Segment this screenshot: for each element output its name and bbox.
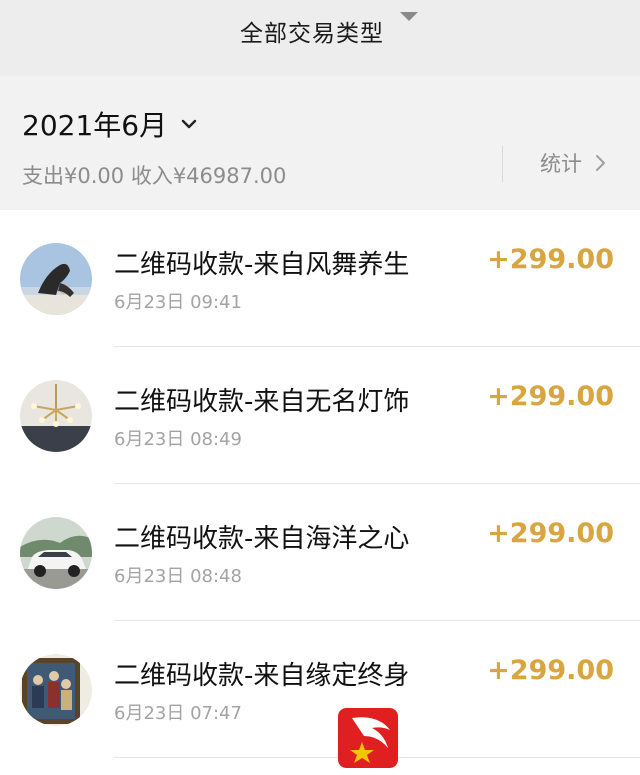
chevron-right-icon (596, 155, 605, 171)
transaction-time: 6月23日 09:41 (114, 292, 242, 313)
month-totals: 支出¥0.00 收入¥46987.00 (22, 160, 286, 190)
month-picker[interactable]: 2021年6月 (22, 104, 199, 144)
transaction-amount: +299.00 (487, 655, 614, 686)
transaction-title: 二维码收款-来自海洋之心 (114, 524, 410, 554)
divider (502, 146, 503, 182)
month-label: 2021年6月 (22, 109, 168, 142)
transaction-row[interactable]: 二维码收款-来自风舞养生 6月23日 09:41 +299.00 (0, 210, 640, 347)
transaction-row[interactable]: 二维码收款-来自缘定终身 6月23日 07:47 +299.00 (0, 621, 640, 758)
income-label: 收入 (130, 164, 173, 188)
transaction-amount: +299.00 (487, 381, 614, 412)
transaction-time: 6月23日 08:49 (114, 429, 242, 450)
transaction-title: 二维码收款-来自风舞养生 (114, 250, 410, 280)
caret-down-icon (400, 12, 418, 21)
expense-label: 支出 (22, 164, 64, 188)
stats-label: 统计 (540, 152, 582, 176)
expense-value: ¥0.00 (64, 164, 125, 188)
avatar-yoga-photo (20, 243, 92, 315)
avatar-painting-photo (20, 654, 92, 726)
transaction-time: 6月23日 08:48 (114, 566, 242, 587)
avatar-chandelier-photo (20, 380, 92, 452)
filter-label: 全部交易类型 (240, 21, 384, 47)
chevron-down-icon (181, 119, 197, 129)
watermark-logo (338, 708, 398, 768)
avatar-suv-photo (20, 517, 92, 589)
transaction-amount: +299.00 (487, 518, 614, 549)
transaction-history-page: 全部交易类型 2021年6月 支出¥0.00 收入¥46987.00 统计 二维… (0, 0, 640, 775)
transaction-type-filter[interactable]: 全部交易类型 (240, 8, 418, 54)
transaction-amount: +299.00 (487, 244, 614, 275)
filter-bar: 全部交易类型 (0, 0, 640, 76)
income-value: ¥46987.00 (172, 164, 287, 188)
month-summary: 2021年6月 支出¥0.00 收入¥46987.00 统计 (0, 76, 640, 210)
transaction-title: 二维码收款-来自缘定终身 (114, 661, 410, 691)
transaction-title: 二维码收款-来自无名灯饰 (114, 387, 410, 417)
transaction-row[interactable]: 二维码收款-来自海洋之心 6月23日 08:48 +299.00 (0, 484, 640, 621)
transaction-time: 6月23日 07:47 (114, 703, 242, 724)
transaction-list: 二维码收款-来自风舞养生 6月23日 09:41 +299.00 二维码收款-来… (0, 210, 640, 758)
stats-button[interactable]: 统计 (540, 148, 608, 178)
transaction-row[interactable]: 二维码收款-来自无名灯饰 6月23日 08:49 +299.00 (0, 347, 640, 484)
